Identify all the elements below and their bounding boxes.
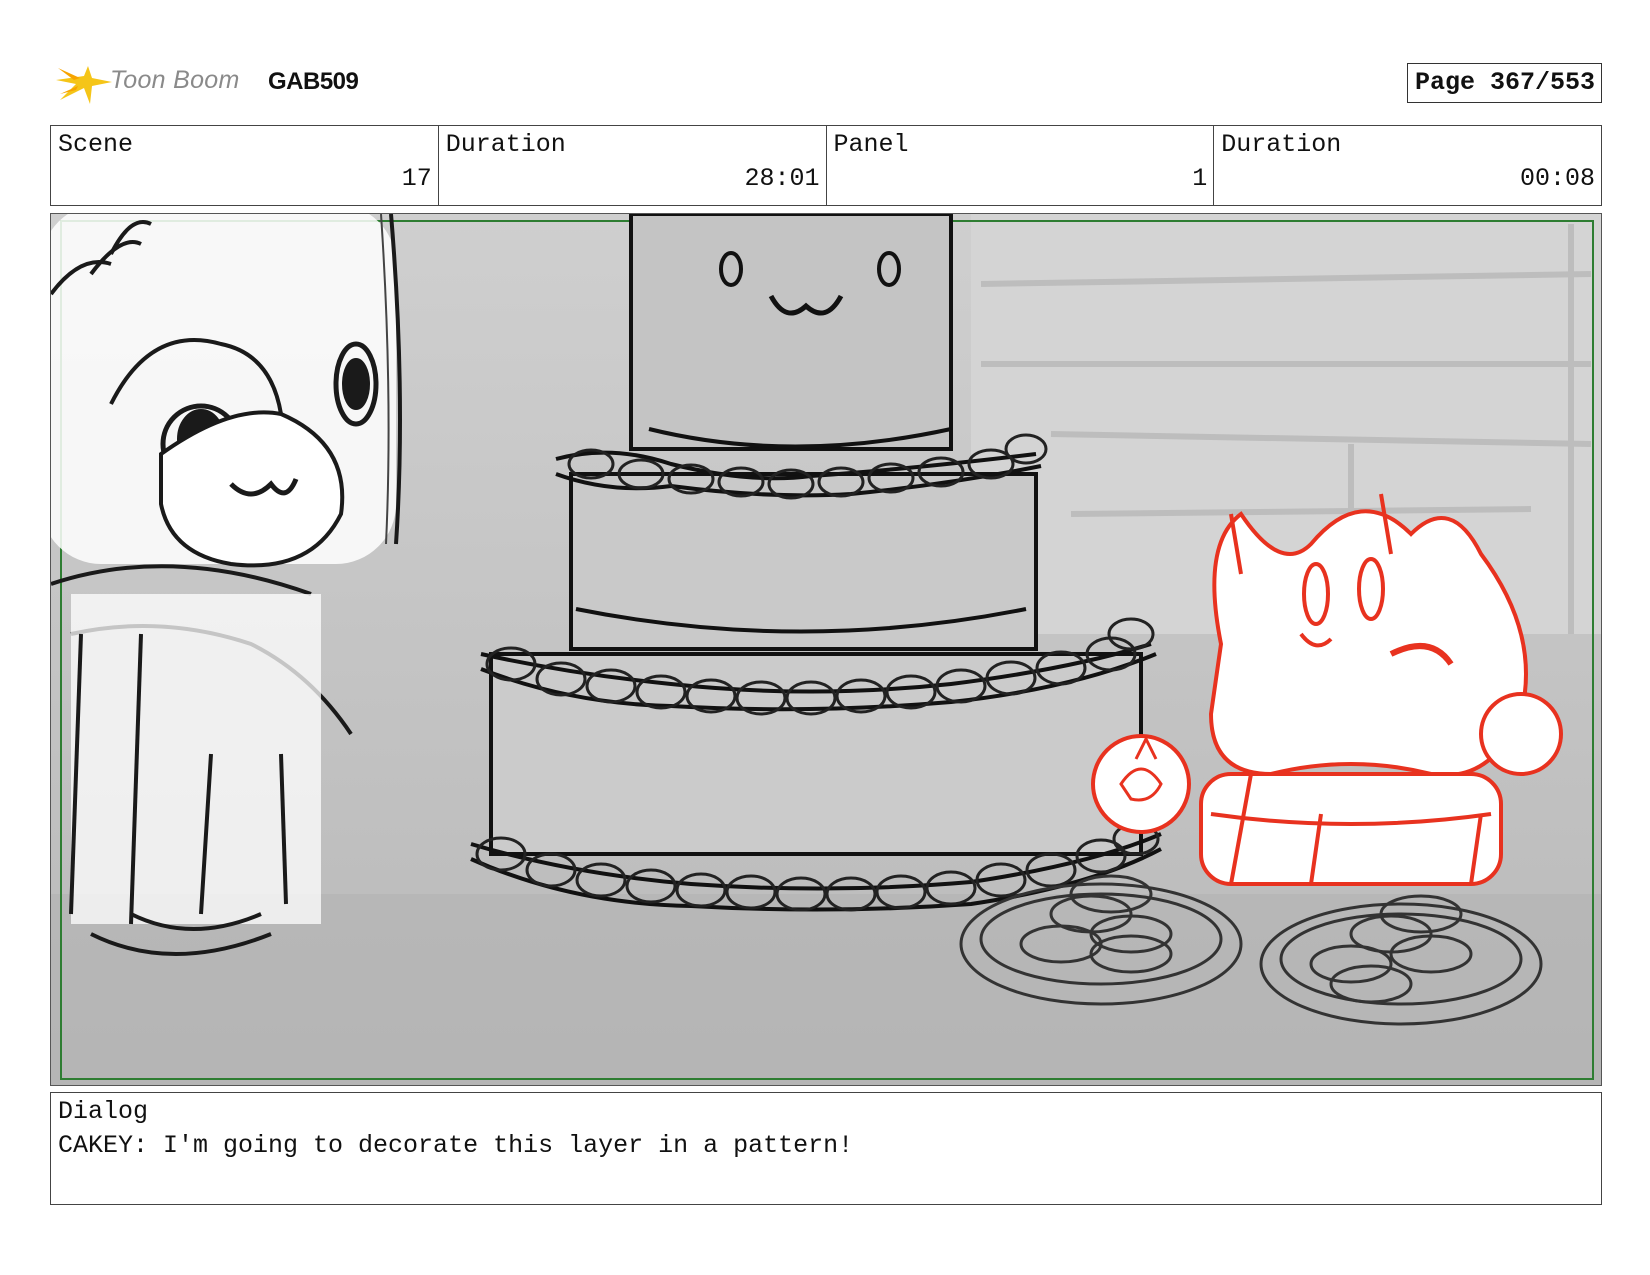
panel-duration-label: Duration bbox=[1221, 130, 1342, 159]
toon-boom-logo: Toon Boom bbox=[54, 58, 254, 106]
panel-duration-value: 00:08 bbox=[1519, 164, 1595, 193]
panel-cell: Panel 1 bbox=[825, 126, 1214, 205]
page-header: Toon Boom GAB509 Page 367/553 bbox=[50, 56, 1602, 110]
scene-duration-label: Duration bbox=[445, 130, 566, 159]
panel-info-table: Scene 17 Duration 28:01 Panel 1 Duration… bbox=[50, 125, 1602, 206]
storyboard-panel-image bbox=[50, 213, 1602, 1086]
scene-label: Scene bbox=[58, 130, 134, 159]
scene-duration-value: 28:01 bbox=[744, 164, 820, 193]
dialog-box: Dialog CAKEY: I'm going to decorate this… bbox=[50, 1092, 1602, 1205]
scene-value: 17 bbox=[401, 164, 432, 193]
scene-cell: Scene 17 bbox=[51, 126, 438, 205]
dialog-text: CAKEY: I'm going to decorate this layer … bbox=[58, 1131, 854, 1160]
page-number: Page 367/553 bbox=[1406, 63, 1602, 103]
toon-boom-star-icon bbox=[56, 66, 112, 104]
project-code: GAB509 bbox=[268, 68, 359, 95]
logo-text: Toon Boom bbox=[110, 66, 240, 94]
panel-duration-cell: Duration 00:08 bbox=[1213, 126, 1601, 205]
panel-sketch bbox=[51, 214, 1601, 1085]
dialog-label: Dialog bbox=[58, 1097, 149, 1126]
panel-label: Panel bbox=[833, 130, 909, 159]
panel-value: 1 bbox=[1192, 164, 1208, 193]
scene-duration-cell: Duration 28:01 bbox=[437, 126, 826, 205]
